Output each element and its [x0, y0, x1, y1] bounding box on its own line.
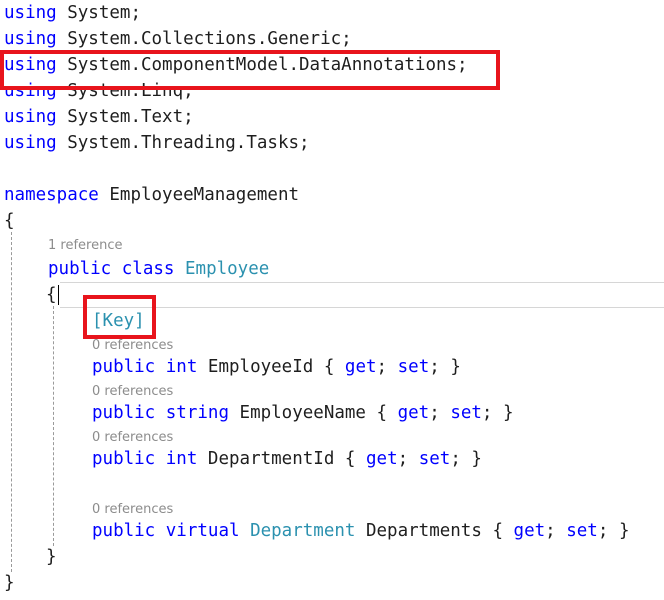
semicolon: ;: [545, 521, 556, 541]
accessor-open: {: [492, 521, 503, 541]
highlight-callout-using: [0, 50, 500, 90]
class-name: Employee: [185, 259, 270, 279]
namespace-ref: System.Collections.Generic;: [67, 29, 352, 49]
keyword: public: [92, 521, 156, 541]
namespace-ref: System;: [67, 3, 141, 23]
property-line[interactable]: public virtual Department Departments { …: [92, 520, 629, 542]
property-line[interactable]: public string EmployeeName { get; set; }: [92, 402, 514, 424]
semicolon: ;: [429, 403, 440, 423]
type-keyword: int: [165, 449, 198, 469]
type-keyword: string: [165, 403, 229, 423]
keyword: using: [4, 107, 57, 127]
codelens-references[interactable]: 0 references: [92, 338, 173, 354]
property-name: EmployeeName: [239, 403, 366, 423]
codelens-class-references[interactable]: 1 reference: [48, 238, 122, 254]
accessor-open: {: [376, 403, 388, 423]
set-keyword: set: [397, 357, 430, 377]
get-keyword: get: [513, 521, 546, 541]
codelens-references[interactable]: 0 references: [92, 430, 173, 446]
type-name: Department: [250, 521, 356, 541]
property-line[interactable]: public int EmployeeId { get; set; }: [92, 356, 461, 378]
indent-guide: [53, 306, 54, 546]
text-cursor: [58, 285, 59, 305]
property-line[interactable]: public int DepartmentId { get; set; }: [92, 448, 482, 470]
codelens-references[interactable]: 0 references: [92, 502, 173, 518]
keyword: public: [92, 403, 156, 423]
class-open-brace[interactable]: {: [46, 284, 57, 306]
type-keyword: int: [165, 357, 198, 377]
accessor-close: }: [618, 521, 630, 541]
namespace-ref: System.Threading.Tasks;: [67, 133, 310, 153]
keyword: namespace: [4, 185, 99, 205]
get-keyword: get: [366, 449, 398, 469]
highlight-callout-key: [83, 295, 156, 339]
code-editor[interactable]: using System; using System.Collections.G…: [0, 0, 664, 600]
keyword: using: [4, 29, 57, 49]
namespace-close-brace[interactable]: }: [4, 572, 15, 594]
set-keyword: set: [450, 403, 482, 423]
semicolon: ;: [481, 403, 493, 423]
get-keyword: get: [344, 357, 377, 377]
keyword: using: [4, 133, 57, 153]
property-name: Departments: [365, 521, 482, 541]
accessor-open: {: [323, 357, 335, 377]
accessor-close: }: [503, 403, 514, 423]
get-keyword: get: [397, 403, 430, 423]
semicolon: ;: [429, 357, 440, 377]
namespace-name: EmployeeManagement: [109, 185, 300, 205]
semicolon: ;: [376, 357, 388, 377]
indent-guide: [11, 232, 12, 572]
property-name: DepartmentId: [207, 449, 335, 469]
namespace-line[interactable]: namespace EmployeeManagement: [4, 184, 299, 206]
keyword: public: [92, 357, 156, 377]
set-keyword: set: [418, 449, 451, 469]
keyword: public: [92, 449, 156, 469]
semicolon: ;: [597, 521, 609, 541]
class-declaration-line[interactable]: public class Employee: [48, 258, 269, 280]
modifier-keyword: virtual: [165, 521, 240, 541]
namespace-open-brace[interactable]: {: [4, 210, 15, 232]
codelens-references[interactable]: 0 references: [92, 384, 173, 400]
keyword: class: [121, 259, 175, 279]
using-line[interactable]: using System.Collections.Generic;: [4, 28, 352, 50]
using-line[interactable]: using System;: [4, 2, 141, 24]
accessor-close: }: [471, 449, 482, 469]
using-line[interactable]: using System.Threading.Tasks;: [4, 132, 310, 154]
namespace-ref: System.Text;: [67, 107, 194, 127]
accessor-open: {: [344, 449, 356, 469]
set-keyword: set: [566, 521, 598, 541]
using-line[interactable]: using System.Text;: [4, 106, 194, 128]
keyword: using: [4, 3, 57, 23]
property-name: EmployeeId: [207, 357, 314, 377]
semicolon: ;: [397, 449, 409, 469]
class-close-brace[interactable]: }: [46, 546, 57, 568]
keyword: public: [48, 259, 112, 279]
accessor-close: }: [450, 357, 461, 377]
semicolon: ;: [450, 449, 461, 469]
